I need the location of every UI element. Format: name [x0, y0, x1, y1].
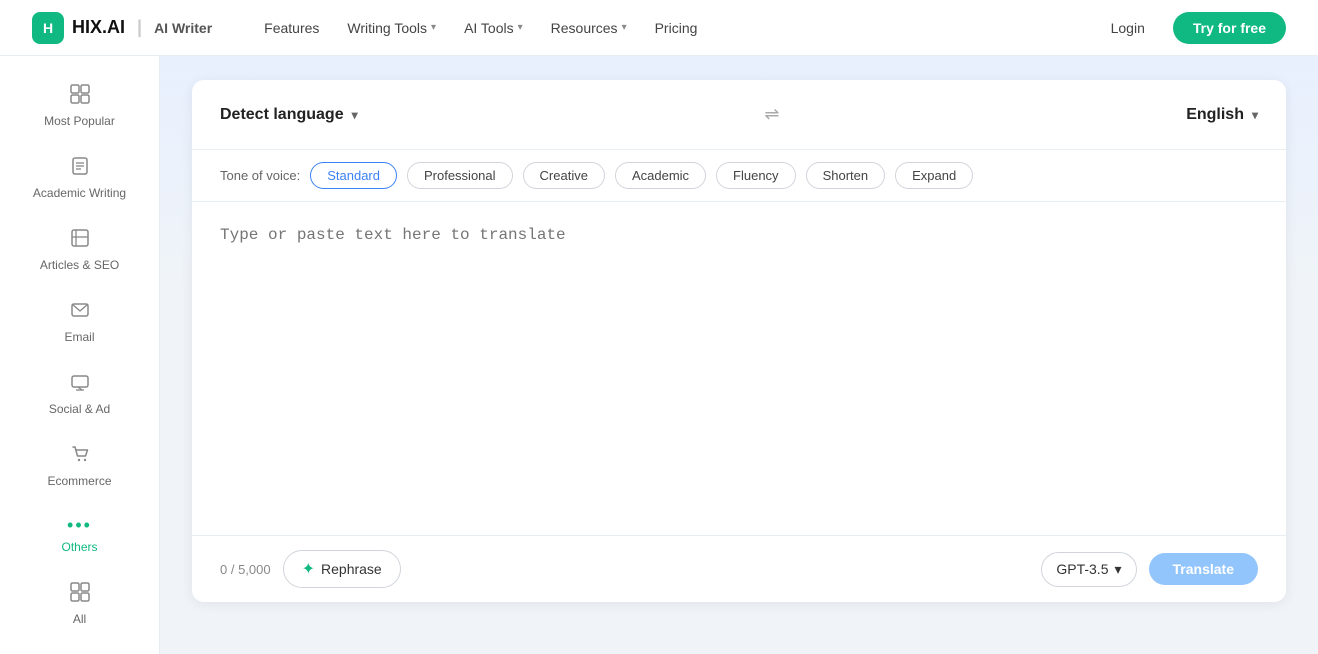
- gpt-model-label: GPT-3.5: [1056, 561, 1108, 577]
- swap-languages-icon[interactable]: ⇌: [756, 100, 787, 129]
- sidebar-item-email[interactable]: Email: [0, 288, 159, 356]
- nav-items: Features Writing Tools ▾ AI Tools ▾ Reso…: [252, 14, 709, 42]
- sidebar-item-others[interactable]: ••• Others: [0, 504, 159, 566]
- navbar-left: H HIX.AI | AI Writer Features Writing To…: [32, 12, 709, 44]
- rephrase-button[interactable]: ✦ Rephrase: [283, 550, 401, 588]
- tone-creative-button[interactable]: Creative: [523, 162, 605, 189]
- nav-item-features[interactable]: Features: [252, 14, 331, 42]
- all-icon: [70, 582, 90, 606]
- gpt-model-select[interactable]: GPT-3.5 ▾: [1041, 552, 1136, 587]
- others-icon: •••: [67, 516, 92, 534]
- tone-row: Tone of voice: Standard Professional Cre…: [192, 150, 1286, 202]
- sidebar-item-academic-writing[interactable]: Academic Writing: [0, 144, 159, 212]
- sidebar-label-all: All: [73, 612, 86, 626]
- sidebar-label-academic-writing: Academic Writing: [33, 186, 126, 200]
- tone-academic-button[interactable]: Academic: [615, 162, 706, 189]
- detect-language-chevron-icon: ▾: [352, 108, 358, 122]
- tool-footer: 0 / 5,000 ✦ Rephrase GPT-3.5 ▾ Translate: [192, 535, 1286, 602]
- tone-fluency-button[interactable]: Fluency: [716, 162, 796, 189]
- resources-chevron-icon: ▾: [622, 22, 627, 33]
- rephrase-label: Rephrase: [321, 561, 382, 577]
- sidebar-item-articles-seo[interactable]: Articles & SEO: [0, 216, 159, 284]
- target-language-label: English: [1186, 106, 1244, 124]
- try-free-button[interactable]: Try for free: [1173, 12, 1286, 44]
- translate-button[interactable]: Translate: [1149, 553, 1258, 585]
- source-text-input[interactable]: [220, 226, 1258, 506]
- nav-item-writing-tools[interactable]: Writing Tools ▾: [335, 14, 448, 42]
- gpt-select-chevron-icon: ▾: [1114, 561, 1121, 578]
- logo-text: HIX.AI: [72, 17, 125, 38]
- logo-icon: H: [32, 12, 64, 44]
- tone-standard-button[interactable]: Standard: [310, 162, 397, 189]
- tone-shorten-button[interactable]: Shorten: [806, 162, 886, 189]
- sidebar-item-ecommerce[interactable]: Ecommerce: [0, 432, 159, 500]
- sidebar-label-articles-seo: Articles & SEO: [40, 258, 119, 272]
- login-button[interactable]: Login: [1095, 14, 1161, 42]
- navbar-right: Login Try for free: [1095, 12, 1286, 44]
- detect-language-button[interactable]: Detect language ▾: [220, 106, 358, 124]
- articles-seo-icon: [70, 228, 90, 252]
- sidebar-label-email: Email: [64, 330, 94, 344]
- page-body: Most Popular Academic Writing Articles &…: [0, 56, 1318, 654]
- target-language-chevron-icon: ▾: [1252, 108, 1258, 122]
- sidebar-label-ecommerce: Ecommerce: [47, 474, 111, 488]
- tone-of-voice-label: Tone of voice:: [220, 168, 300, 183]
- tone-professional-button[interactable]: Professional: [407, 162, 513, 189]
- char-count: 0 / 5,000: [220, 562, 271, 577]
- logo[interactable]: H HIX.AI | AI Writer: [32, 12, 212, 44]
- main-content: Detect language ▾ ⇌ English ▾ Tone of vo…: [160, 56, 1318, 654]
- navbar: H HIX.AI | AI Writer Features Writing To…: [0, 0, 1318, 56]
- most-popular-icon: [70, 84, 90, 108]
- detect-language-label: Detect language: [220, 106, 344, 124]
- sidebar-label-social-ad: Social & Ad: [49, 402, 110, 416]
- writing-tools-chevron-icon: ▾: [431, 22, 436, 33]
- sidebar-item-most-popular[interactable]: Most Popular: [0, 72, 159, 140]
- sidebar-label-most-popular: Most Popular: [44, 114, 115, 128]
- rephrase-sparkle-icon: ✦: [302, 559, 315, 579]
- target-language-button[interactable]: English ▾: [1186, 106, 1258, 124]
- email-icon: [70, 300, 90, 324]
- social-ad-icon: [70, 372, 90, 396]
- sidebar: Most Popular Academic Writing Articles &…: [0, 56, 160, 654]
- academic-writing-icon: [70, 156, 90, 180]
- sidebar-label-others: Others: [61, 540, 97, 554]
- sidebar-item-all[interactable]: All: [0, 570, 159, 638]
- nav-item-pricing[interactable]: Pricing: [643, 14, 710, 42]
- text-area-wrapper: [192, 202, 1286, 535]
- nav-item-resources[interactable]: Resources ▾: [539, 14, 639, 42]
- ecommerce-icon: [70, 444, 90, 468]
- logo-subtitle: AI Writer: [154, 20, 212, 36]
- ai-tools-chevron-icon: ▾: [518, 22, 523, 33]
- nav-item-ai-tools[interactable]: AI Tools ▾: [452, 14, 535, 42]
- tool-header: Detect language ▾ ⇌ English ▾: [192, 80, 1286, 150]
- tone-expand-button[interactable]: Expand: [895, 162, 973, 189]
- sidebar-item-social-ad[interactable]: Social & Ad: [0, 360, 159, 428]
- translation-tool-card: Detect language ▾ ⇌ English ▾ Tone of vo…: [192, 80, 1286, 602]
